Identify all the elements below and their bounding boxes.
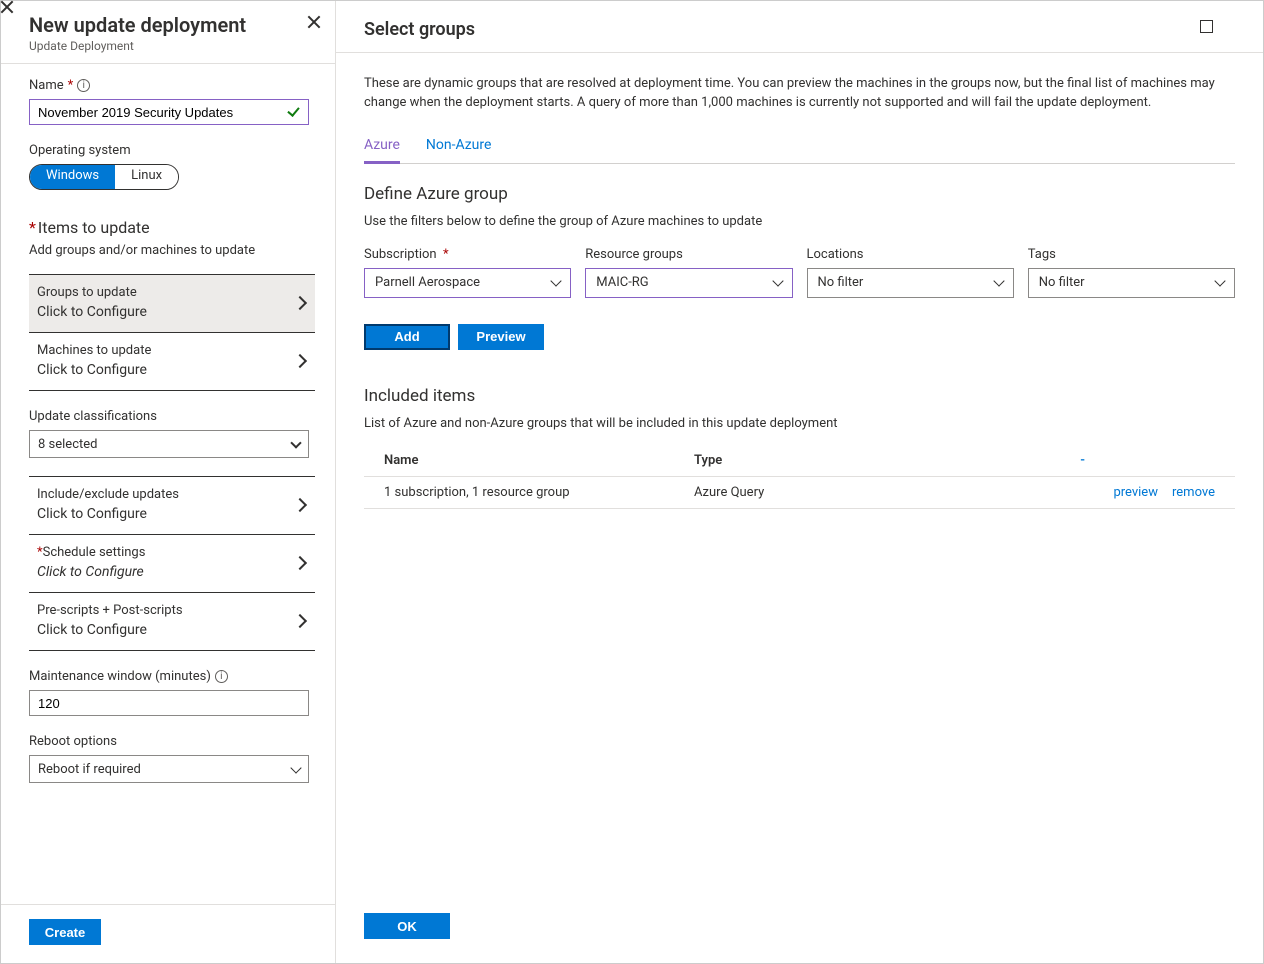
- define-heading: Define Azure group: [364, 184, 1235, 204]
- col-type[interactable]: Type: [694, 453, 1014, 468]
- resource-groups-value: MAIC-RG: [596, 275, 648, 290]
- os-toggle[interactable]: Windows Linux: [29, 164, 179, 190]
- panel-title: New update deployment: [29, 13, 317, 37]
- chevron-right-icon: [293, 497, 307, 511]
- name-label-text: Name: [29, 78, 64, 93]
- classifications-value: 8 selected: [38, 437, 97, 452]
- preview-button[interactable]: Preview: [458, 324, 544, 350]
- chevron-down-icon: [993, 276, 1004, 287]
- right-footer: OK: [336, 899, 1263, 963]
- locations-label: Locations: [807, 247, 1014, 262]
- right-panel: Select groups These are dynamic groups t…: [336, 1, 1263, 963]
- right-title: Select groups: [364, 19, 475, 40]
- subscription-value: Parnell Aerospace: [375, 275, 480, 290]
- define-sub: Use the filters below to define the grou…: [364, 214, 1235, 229]
- row-label: Pre-scripts + Post-scripts: [37, 603, 183, 618]
- row-pre-post-scripts[interactable]: Pre-scripts + Post-scripts Click to Conf…: [29, 593, 315, 651]
- chevron-right-icon: [293, 555, 307, 569]
- remove-link[interactable]: remove: [1172, 485, 1215, 500]
- left-panel-header: New update deployment Update Deployment: [1, 1, 335, 64]
- add-button[interactable]: Add: [364, 324, 450, 350]
- row-value: Click to Configure: [37, 564, 145, 580]
- classifications-select[interactable]: 8 selected: [29, 430, 309, 458]
- row-value: Click to Configure: [37, 304, 147, 320]
- row-name: 1 subscription, 1 resource group: [384, 485, 694, 500]
- chevron-right-icon: [293, 295, 307, 309]
- table-header: Name Type -: [364, 445, 1235, 477]
- close-icon[interactable]: [1231, 19, 1245, 33]
- create-button[interactable]: Create: [29, 919, 101, 945]
- chevron-down-icon: [290, 437, 301, 448]
- panel-subtitle: Update Deployment: [29, 39, 317, 53]
- col-name[interactable]: Name: [384, 453, 694, 468]
- info-icon[interactable]: i: [215, 670, 228, 683]
- maintenance-label: Maintenance window (minutes) i: [29, 669, 315, 684]
- close-icon[interactable]: [307, 15, 321, 29]
- row-groups-to-update[interactable]: Groups to update Click to Configure: [29, 274, 315, 333]
- tags-value: No filter: [1039, 275, 1085, 290]
- row-label: *Schedule settings: [37, 545, 145, 560]
- right-header: Select groups: [336, 1, 1263, 53]
- left-body: Name * i Operating system Windows Linux …: [1, 64, 335, 904]
- subscription-select[interactable]: Parnell Aerospace: [364, 268, 571, 298]
- reboot-label: Reboot options: [29, 734, 315, 749]
- tab-azure[interactable]: Azure: [364, 137, 400, 164]
- required-asterisk: *: [68, 78, 74, 93]
- right-body: These are dynamic groups that are resolv…: [336, 53, 1263, 899]
- chevron-right-icon: [293, 353, 307, 367]
- name-label: Name * i: [29, 78, 315, 93]
- row-type: Azure Query: [694, 485, 1014, 500]
- classifications-label: Update classifications: [29, 409, 315, 424]
- tab-non-azure[interactable]: Non-Azure: [426, 137, 492, 164]
- table-row: 1 subscription, 1 resource group Azure Q…: [364, 477, 1235, 509]
- subscription-label: Subscription *: [364, 247, 571, 262]
- row-label: Groups to update: [37, 285, 147, 300]
- tabs: Azure Non-Azure: [364, 137, 1235, 164]
- row-label: Include/exclude updates: [37, 487, 179, 502]
- name-input[interactable]: [29, 99, 309, 125]
- checkmark-icon: [287, 105, 301, 119]
- locations-select[interactable]: No filter: [807, 268, 1014, 298]
- reboot-select[interactable]: Reboot if required: [29, 755, 309, 783]
- maximize-icon[interactable]: [1200, 20, 1213, 33]
- col-sort-placeholder[interactable]: -: [1014, 453, 1085, 468]
- chevron-right-icon: [293, 613, 307, 627]
- chevron-down-icon: [551, 276, 562, 287]
- maintenance-input[interactable]: [29, 690, 309, 716]
- row-include-exclude[interactable]: Include/exclude updates Click to Configu…: [29, 476, 315, 535]
- included-heading: Included items: [364, 386, 1235, 406]
- row-value: Click to Configure: [37, 506, 179, 522]
- items-heading: *Items to update: [29, 218, 315, 237]
- resource-groups-select[interactable]: MAIC-RG: [585, 268, 792, 298]
- tags-select[interactable]: No filter: [1028, 268, 1235, 298]
- items-subtext: Add groups and/or machines to update: [29, 243, 315, 258]
- row-value: Click to Configure: [37, 622, 183, 638]
- included-sub: List of Azure and non-Azure groups that …: [364, 416, 1235, 431]
- chevron-down-icon: [290, 762, 301, 773]
- chevron-down-icon: [772, 276, 783, 287]
- ok-button[interactable]: OK: [364, 913, 450, 939]
- os-option-windows[interactable]: Windows: [30, 165, 115, 189]
- filter-row: Subscription * Parnell Aerospace Resourc…: [364, 247, 1235, 298]
- included-table: Name Type - 1 subscription, 1 resource g…: [364, 445, 1235, 509]
- resource-groups-label: Resource groups: [585, 247, 792, 262]
- row-schedule-settings[interactable]: *Schedule settings Click to Configure: [29, 535, 315, 593]
- reboot-value: Reboot if required: [38, 762, 141, 777]
- info-icon[interactable]: i: [77, 79, 90, 92]
- row-value: Click to Configure: [37, 362, 151, 378]
- os-label: Operating system: [29, 143, 315, 158]
- chevron-down-icon: [1214, 276, 1225, 287]
- left-footer: Create: [1, 904, 335, 963]
- left-panel: New update deployment Update Deployment …: [1, 1, 336, 963]
- tags-label: Tags: [1028, 247, 1235, 262]
- intro-text: These are dynamic groups that are resolv…: [364, 75, 1235, 113]
- os-option-linux[interactable]: Linux: [115, 165, 178, 189]
- row-label: Machines to update: [37, 343, 151, 358]
- preview-link[interactable]: preview: [1113, 485, 1158, 500]
- row-machines-to-update[interactable]: Machines to update Click to Configure: [29, 333, 315, 391]
- locations-value: No filter: [818, 275, 864, 290]
